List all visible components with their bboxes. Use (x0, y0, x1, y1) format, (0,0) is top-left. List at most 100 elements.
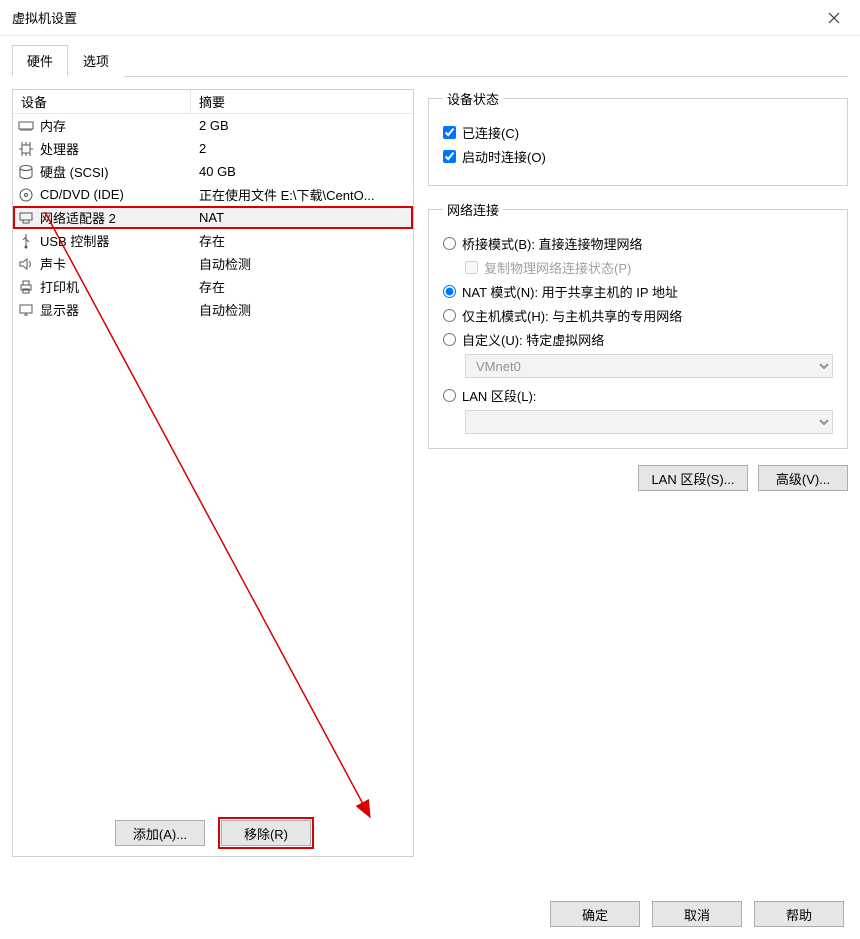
device-row-printer[interactable]: 打印机 存在 (13, 275, 413, 298)
radio-hostonly-label: 仅主机模式(H): 与主机共享的专用网络 (462, 306, 682, 325)
checkbox-replicate-input (465, 261, 478, 274)
titlebar: 虚拟机设置 (0, 0, 860, 36)
device-summary-label: NAT (191, 210, 413, 225)
radio-bridged-input[interactable] (443, 237, 456, 250)
close-icon (828, 12, 840, 24)
custom-combo-wrap: VMnet0 (465, 354, 833, 378)
device-row-sound[interactable]: 声卡 自动检测 (13, 252, 413, 275)
group-network-connection: 网络连接 桥接模式(B): 直接连接物理网络 复制物理网络连接状态(P) NAT… (428, 200, 848, 449)
device-row-net[interactable]: 网络适配器 2 NAT (13, 206, 413, 229)
tabs: 硬件 选项 (0, 36, 860, 76)
tab-options[interactable]: 选项 (68, 45, 124, 77)
ok-button[interactable]: 确定 (550, 901, 640, 927)
tab-hardware[interactable]: 硬件 (12, 45, 68, 77)
advanced-button[interactable]: 高级(V)... (758, 465, 848, 491)
radio-nat-input[interactable] (443, 285, 456, 298)
radio-custom[interactable]: 自定义(U): 特定虚拟网络 (443, 330, 833, 349)
column-header-summary[interactable]: 摘要 (191, 90, 413, 113)
device-name-label: 显示器 (40, 300, 79, 319)
memory-icon (18, 118, 34, 134)
device-row-cpu[interactable]: 处理器 2 (13, 137, 413, 160)
net-icon (18, 210, 34, 226)
disk-icon (18, 164, 34, 180)
column-header-device[interactable]: 设备 (13, 90, 191, 113)
group-device-status: 设备状态 已连接(C) 启动时连接(O) (428, 89, 848, 186)
help-button[interactable]: 帮助 (754, 901, 844, 927)
list-buttons: 添加(A)... 移除(R) (13, 820, 413, 846)
checkbox-connected-label: 已连接(C) (462, 123, 519, 142)
device-summary-label: 2 GB (191, 118, 413, 133)
device-cell: 打印机 (13, 277, 191, 296)
radio-lan-segment-input[interactable] (443, 389, 456, 402)
device-cell: 硬盘 (SCSI) (13, 162, 191, 181)
device-cell: 内存 (13, 116, 191, 135)
checkbox-connect-at-poweron[interactable]: 启动时连接(O) (443, 147, 833, 166)
device-name-label: CD/DVD (IDE) (40, 187, 124, 202)
checkbox-connect-at-poweron-label: 启动时连接(O) (462, 147, 546, 166)
device-cell: 声卡 (13, 254, 191, 273)
device-status-legend: 设备状态 (443, 89, 503, 108)
radio-hostonly[interactable]: 仅主机模式(H): 与主机共享的专用网络 (443, 306, 833, 325)
lan-segment-select (465, 410, 833, 434)
window-title: 虚拟机设置 (12, 8, 77, 27)
add-button[interactable]: 添加(A)... (115, 820, 205, 846)
dialog-buttons: 确定 取消 帮助 (550, 901, 844, 927)
radio-lan-segment[interactable]: LAN 区段(L): (443, 386, 833, 405)
device-name-label: 处理器 (40, 139, 79, 158)
device-list: 设备 摘要 内存 2 GB 处理器 2 硬盘 (SCSI) 40 GB CD/DVD (ID… (12, 89, 414, 857)
device-cell: CD/DVD (IDE) (13, 187, 191, 203)
device-name-label: 声卡 (40, 254, 66, 273)
checkbox-connected-input[interactable] (443, 126, 456, 139)
printer-icon (18, 279, 34, 295)
checkbox-connect-at-poweron-input[interactable] (443, 150, 456, 163)
device-summary-label: 存在 (191, 277, 413, 296)
remove-button[interactable]: 移除(R) (221, 820, 311, 846)
device-summary-label: 自动检测 (191, 254, 413, 273)
device-summary-label: 2 (191, 141, 413, 156)
network-legend: 网络连接 (443, 200, 503, 219)
device-cell: 处理器 (13, 139, 191, 158)
device-row-display[interactable]: 显示器自动检测 (13, 298, 413, 321)
usb-icon (18, 233, 34, 249)
device-row-memory[interactable]: 内存 2 GB (13, 114, 413, 137)
device-row-usb[interactable]: USB 控制器 存在 (13, 229, 413, 252)
lan-segments-button[interactable]: LAN 区段(S)... (638, 465, 748, 491)
checkbox-connected[interactable]: 已连接(C) (443, 123, 833, 142)
checkbox-replicate: 复制物理网络连接状态(P) (465, 258, 833, 277)
list-header: 设备 摘要 (13, 90, 413, 114)
device-summary-label: 存在 (191, 231, 413, 250)
radio-bridged[interactable]: 桥接模式(B): 直接连接物理网络 (443, 234, 833, 253)
device-cell: 网络适配器 2 (13, 208, 191, 227)
radio-hostonly-input[interactable] (443, 309, 456, 322)
device-row-disk[interactable]: 硬盘 (SCSI) 40 GB (13, 160, 413, 183)
device-name-label: 网络适配器 2 (40, 208, 116, 227)
cancel-button[interactable]: 取消 (652, 901, 742, 927)
display-icon (18, 302, 34, 318)
list-body: 内存 2 GB 处理器 2 硬盘 (SCSI) 40 GB CD/DVD (IDE) 正在使用… (13, 114, 413, 321)
radio-nat-label: NAT 模式(N): 用于共享主机的 IP 地址 (462, 282, 678, 301)
radio-nat[interactable]: NAT 模式(N): 用于共享主机的 IP 地址 (443, 282, 833, 301)
device-name-label: 硬盘 (SCSI) (40, 162, 109, 181)
radio-custom-input[interactable] (443, 333, 456, 346)
custom-network-select: VMnet0 (465, 354, 833, 378)
left-panel: 设备 摘要 内存 2 GB 处理器 2 硬盘 (SCSI) 40 GB CD/DVD (ID… (12, 89, 414, 857)
radio-bridged-label: 桥接模式(B): 直接连接物理网络 (462, 234, 643, 253)
device-summary-label: 正在使用文件 E:\下载\CentO... (191, 185, 413, 204)
right-panel: 设备状态 已连接(C) 启动时连接(O) 网络连接 桥接模式(B): 直接连接物… (428, 89, 848, 857)
radio-lan-segment-label: LAN 区段(L): (462, 386, 536, 405)
device-summary-label: 40 GB (191, 164, 413, 179)
device-row-cd[interactable]: CD/DVD (IDE) 正在使用文件 E:\下载\CentO... (13, 183, 413, 206)
sound-icon (18, 256, 34, 272)
right-lower-buttons: LAN 区段(S)... 高级(V)... (428, 465, 848, 491)
close-button[interactable] (812, 4, 856, 32)
device-cell: 显示器 (13, 300, 191, 319)
device-name-label: 打印机 (40, 277, 79, 296)
radio-custom-label: 自定义(U): 特定虚拟网络 (462, 330, 604, 349)
device-cell: USB 控制器 (13, 231, 191, 250)
device-name-label: USB 控制器 (40, 231, 109, 250)
cpu-icon (18, 141, 34, 157)
content: 设备 摘要 内存 2 GB 处理器 2 硬盘 (SCSI) 40 GB CD/DVD (ID… (0, 77, 860, 869)
device-name-label: 内存 (40, 116, 66, 135)
checkbox-replicate-label: 复制物理网络连接状态(P) (484, 258, 631, 277)
cd-icon (18, 187, 34, 203)
